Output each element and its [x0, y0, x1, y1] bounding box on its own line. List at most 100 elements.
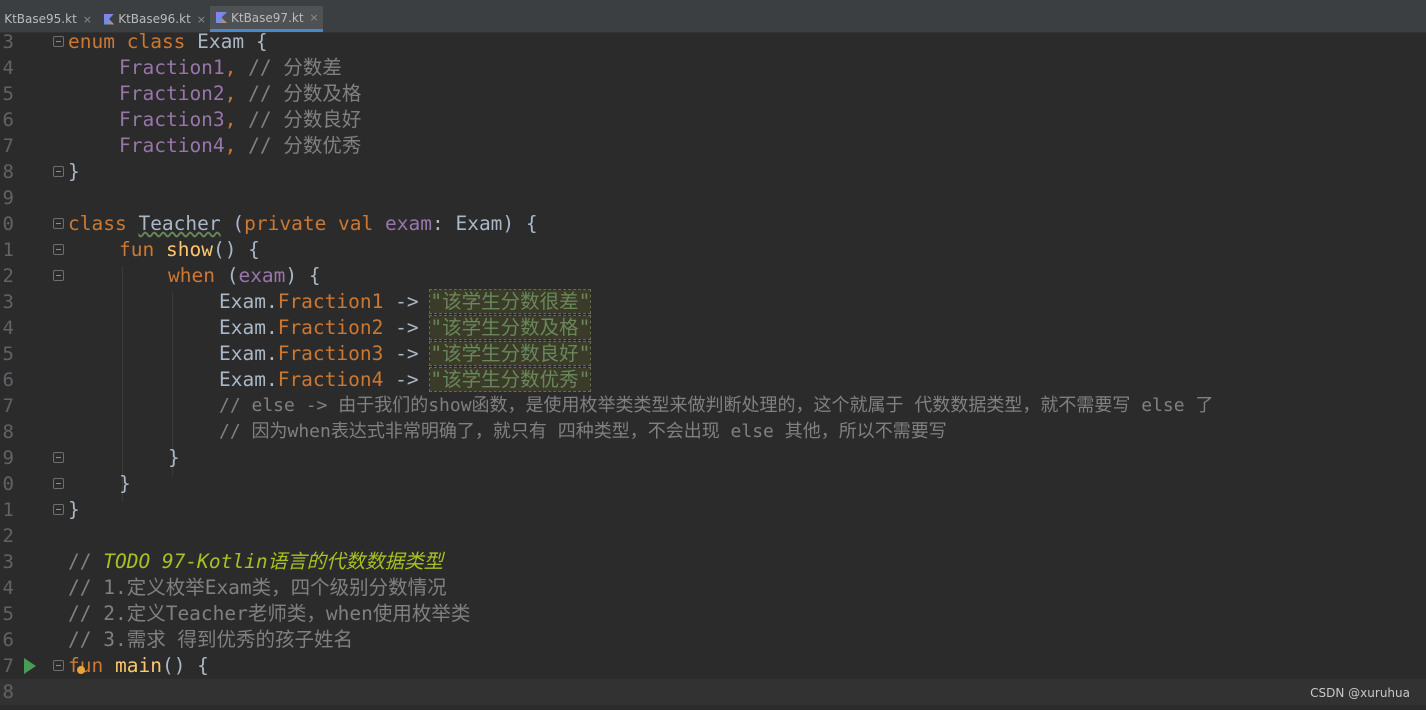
code-line: 8 } [0, 159, 1426, 185]
separator: , [224, 134, 237, 157]
comment: // 1.定义枚举Exam类，四个级别分数情况 [68, 576, 447, 599]
code-editor[interactable]: 3 enum class Exam { 4 Fraction1, // 分数差 … [0, 30, 1426, 710]
code-line: 4 Exam.Fraction2 -> "该学生分数及格" [0, 315, 1426, 341]
code-line: 0 } [0, 471, 1426, 497]
line-number: 4 [2, 57, 14, 79]
line-number: 5 [2, 343, 14, 365]
keyword: class [126, 30, 186, 53]
fold-icon[interactable] [53, 218, 64, 229]
comment: // 3.需求 得到优秀的孩子姓名 [68, 628, 353, 651]
fold-icon[interactable] [53, 36, 64, 47]
receiver: Exam. [219, 316, 278, 339]
tab-label: KtBase95.kt [4, 12, 77, 26]
fold-icon[interactable] [53, 244, 64, 255]
fold-icon[interactable] [53, 166, 64, 177]
arrow: -> [383, 368, 431, 391]
todo-comment: TODO 97-Kotlin语言的代数数据类型 [103, 550, 444, 573]
code-line: 2 when (exam) { [0, 263, 1426, 289]
keyword: private val [244, 212, 374, 235]
line-number: 3 [2, 291, 14, 313]
fold-icon[interactable] [53, 478, 64, 489]
code-line: 1 } [0, 497, 1426, 523]
arrow: -> [383, 342, 431, 365]
code-text: } [68, 159, 80, 185]
enum-constant: Fraction4 [277, 368, 384, 391]
fold-icon[interactable] [53, 452, 64, 463]
close-icon[interactable]: × [83, 13, 92, 26]
class-name: Teacher [138, 212, 221, 235]
code-text: Fraction4, // 分数优秀 [119, 133, 361, 159]
close-icon[interactable]: × [197, 13, 206, 26]
code-line: 6 Fraction3, // 分数良好 [0, 107, 1426, 133]
line-number: 2 [2, 525, 14, 547]
comment: // 分数差 [248, 56, 342, 79]
line-number: 3 [2, 31, 14, 53]
brace: } [68, 498, 80, 521]
code-text: enum class Exam { [68, 29, 268, 55]
code-rest: : Exam) { [431, 212, 538, 235]
code-line: 4 Fraction1, // 分数差 [0, 55, 1426, 81]
line-number: 3 [2, 551, 14, 573]
comment: // 分数良好 [248, 108, 362, 131]
code-line: 1 fun show() { [0, 237, 1426, 263]
enum-constant: Fraction1 [119, 56, 225, 79]
line-number: 2 [2, 265, 14, 287]
tab-label: KtBase97.kt [231, 10, 304, 25]
enum-constant: Fraction2 [277, 316, 384, 339]
paren: ( [214, 264, 239, 287]
fold-icon[interactable] [53, 504, 64, 515]
code-line: 7 // else -> 由于我们的show函数，是使用枚举类类型来做判断处理的… [0, 393, 1426, 419]
code-line: 5 Fraction2, // 分数及格 [0, 81, 1426, 107]
code-text: when (exam) { [168, 263, 321, 289]
line-number: 7 [2, 395, 14, 417]
line-number: 9 [2, 187, 14, 209]
brace: { [244, 30, 268, 53]
arrow: -> [383, 290, 431, 313]
receiver: Exam. [219, 290, 278, 313]
kotlin-file-icon [104, 13, 115, 25]
line-number: 5 [2, 603, 14, 625]
enum-constant: Fraction1 [277, 290, 384, 313]
code-text: // TODO 97-Kotlin语言的代数数据类型 [68, 549, 443, 575]
code-text: } [119, 471, 131, 497]
string-literal: "该学生分数很差" [429, 289, 592, 314]
string-literal: "该学生分数优秀" [429, 367, 592, 392]
code-text: Fraction3, // 分数良好 [119, 107, 361, 133]
code-line: 3 enum class Exam { [0, 29, 1426, 55]
bulb-icon[interactable] [77, 666, 85, 674]
class-name: Exam [197, 30, 245, 53]
code-text: fun show() { [119, 237, 260, 263]
code-line: 0 class Teacher (private val exam: Exam)… [0, 211, 1426, 237]
line-number: 8 [2, 681, 14, 703]
keyword: enum [68, 30, 115, 53]
code-line: 3 // TODO 97-Kotlin语言的代数数据类型 [0, 549, 1426, 575]
line-number: 4 [2, 577, 14, 599]
close-icon[interactable]: × [310, 11, 319, 24]
code-line: 2 [0, 523, 1426, 549]
code-line: 7 fun main() { [0, 653, 1426, 679]
line-number: 5 [2, 83, 14, 105]
property: exam [238, 264, 286, 287]
watermark: CSDN @xuruhua [1310, 686, 1410, 700]
keyword: class [68, 212, 127, 235]
code-rest: ) { [285, 264, 321, 287]
code-rest: () { [161, 654, 209, 677]
enum-constant: Fraction3 [277, 342, 384, 365]
current-line[interactable]: 8 [0, 679, 1426, 705]
run-icon[interactable] [24, 658, 36, 674]
separator: , [224, 82, 237, 105]
brace: } [168, 446, 180, 469]
code-line: 4 // 1.定义枚举Exam类，四个级别分数情况 [0, 575, 1426, 601]
separator: , [224, 108, 237, 131]
fold-icon[interactable] [53, 270, 64, 281]
line-number: 7 [2, 135, 14, 157]
property: exam [385, 212, 432, 235]
fold-icon[interactable] [53, 660, 64, 671]
line-number: 9 [2, 447, 14, 469]
comment: // 2.定义Teacher老师类，when使用枚举类 [68, 602, 471, 625]
line-number: 8 [2, 161, 14, 183]
receiver: Exam. [219, 342, 278, 365]
code-line: 9 } [0, 445, 1426, 471]
comment: // 分数优秀 [248, 134, 362, 157]
comment: // [68, 550, 104, 573]
